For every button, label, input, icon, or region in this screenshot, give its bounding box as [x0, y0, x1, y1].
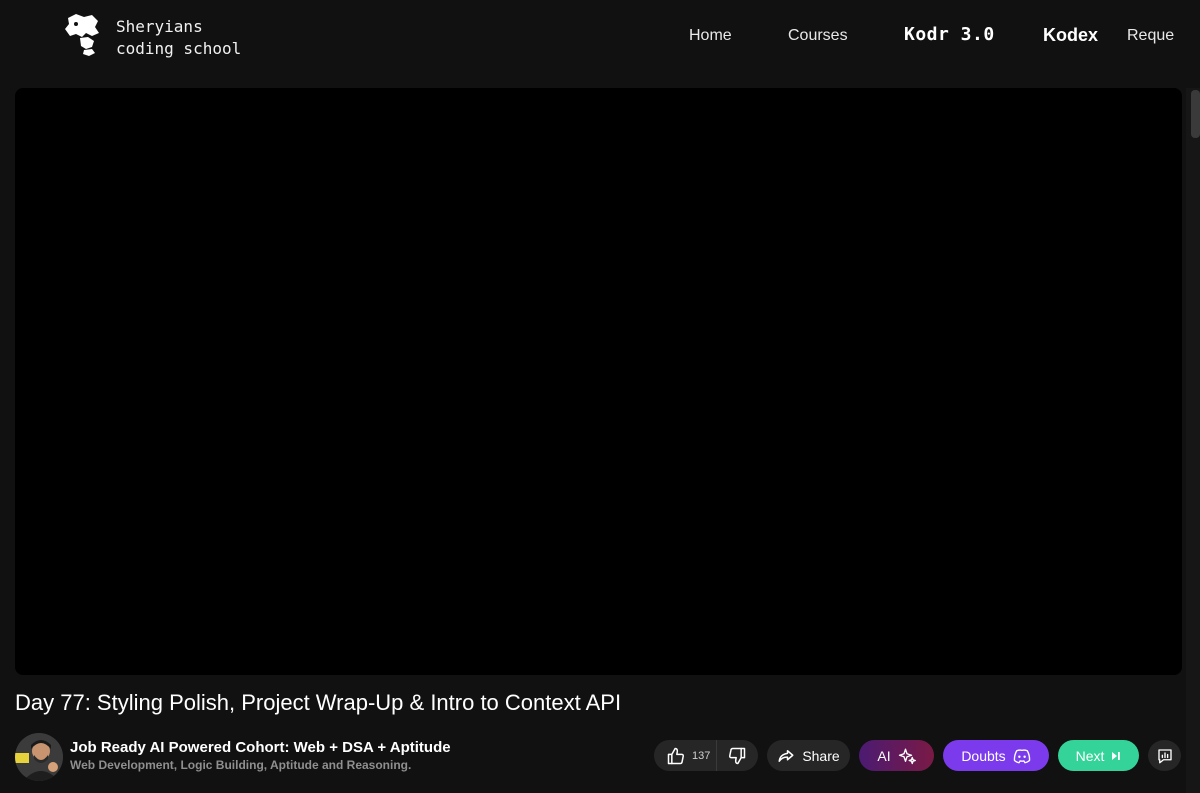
skip-next-icon — [1111, 751, 1121, 761]
page-scrollbar[interactable] — [1186, 88, 1200, 793]
top-navigation-bar: Sheryians coding school Home Courses Kod… — [0, 0, 1200, 72]
page-scrollbar-thumb[interactable] — [1191, 90, 1200, 138]
nav-link-courses[interactable]: Courses — [788, 24, 848, 48]
nav-link-home[interactable]: Home — [689, 24, 732, 48]
doubts-label: Doubts — [961, 747, 1006, 764]
share-button[interactable]: Share — [767, 740, 850, 771]
nav-link-kodr[interactable]: Kodr 3.0 — [904, 23, 995, 47]
ai-assistant-button[interactable]: AI — [859, 740, 934, 771]
video-player[interactable] — [15, 88, 1182, 675]
like-dislike-group: 137 — [654, 740, 758, 771]
course-name[interactable]: Job Ready AI Powered Cohort: Web + DSA +… — [70, 739, 451, 757]
course-subtitle: Web Development, Logic Building, Aptitud… — [70, 758, 412, 772]
share-label: Share — [802, 747, 840, 764]
nav-link-kodex[interactable]: Kodex — [1043, 23, 1098, 47]
lion-logo-icon — [62, 12, 102, 56]
course-avatar[interactable] — [15, 733, 63, 781]
next-lesson-button[interactable]: Next — [1058, 740, 1139, 771]
doubts-button[interactable]: Doubts — [943, 740, 1049, 771]
like-button[interactable]: 137 — [654, 740, 717, 771]
brand-name-line2: coding school — [116, 39, 242, 58]
chart-bars-icon — [1156, 747, 1174, 765]
discord-icon — [1013, 748, 1031, 764]
next-label: Next — [1075, 747, 1105, 764]
dislike-button[interactable] — [717, 740, 758, 771]
brand-name-line1: Sheryians — [116, 17, 203, 36]
like-count: 137 — [692, 749, 711, 762]
nav-link-request[interactable]: Reque — [1127, 24, 1174, 48]
thumbs-down-icon — [727, 746, 747, 766]
brand-name: Sheryians coding school — [116, 16, 241, 60]
ai-label: AI — [877, 747, 891, 764]
sparkles-icon — [898, 747, 916, 765]
lecture-stats-button[interactable] — [1148, 740, 1181, 771]
thumbs-up-icon — [666, 746, 686, 766]
share-arrow-icon — [777, 747, 795, 765]
lesson-title: Day 77: Styling Polish, Project Wrap-Up … — [15, 690, 622, 715]
brand-home-link[interactable]: Sheryians coding school — [62, 12, 241, 60]
